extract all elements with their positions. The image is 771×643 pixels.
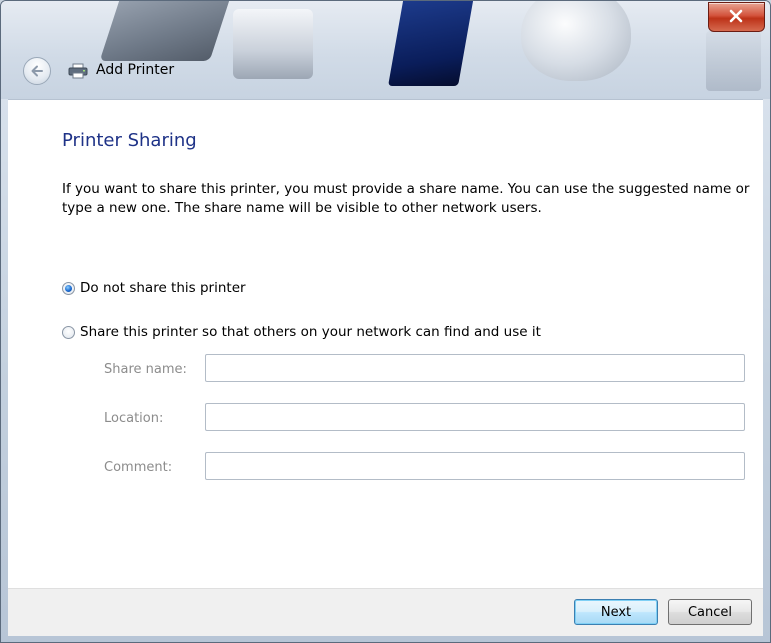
share-printer-label: Share this printer so that others on you… [80,324,541,340]
do-not-share-label: Do not share this printer [80,280,246,296]
share-name-label: Share name: [104,362,187,377]
device-graphic [706,31,761,91]
do-not-share-option[interactable]: Do not share this printer [62,280,246,296]
wizard-footer: Next Cancel [8,588,763,636]
mouse-graphic [521,1,631,81]
do-not-share-radio[interactable] [62,281,75,295]
next-button[interactable]: Next [574,599,658,625]
add-printer-window: Add Printer Printer Sharing If you want … [0,0,771,643]
printer-graphic [233,9,313,79]
page-heading: Printer Sharing [62,130,197,151]
back-arrow-icon [31,65,43,77]
wizard-content: Printer Sharing If you want to share thi… [8,99,763,588]
share-name-input[interactable] [205,354,745,382]
comment-label: Comment: [104,460,173,475]
laptop-graphic [99,1,233,61]
close-icon [729,9,743,23]
title-banner: Add Printer [1,1,770,99]
page-description: If you want to share this printer, you m… [62,181,750,216]
location-label: Location: [104,411,164,426]
window-title: Add Printer [96,62,175,78]
monitor-graphic [388,1,474,86]
cancel-button[interactable]: Cancel [668,599,752,625]
printer-icon [68,63,88,83]
back-button[interactable] [23,57,51,85]
close-button[interactable] [708,2,765,32]
location-input[interactable] [205,403,745,431]
share-printer-option[interactable]: Share this printer so that others on you… [62,324,541,340]
share-printer-radio[interactable] [62,325,75,339]
comment-input[interactable] [205,452,745,480]
